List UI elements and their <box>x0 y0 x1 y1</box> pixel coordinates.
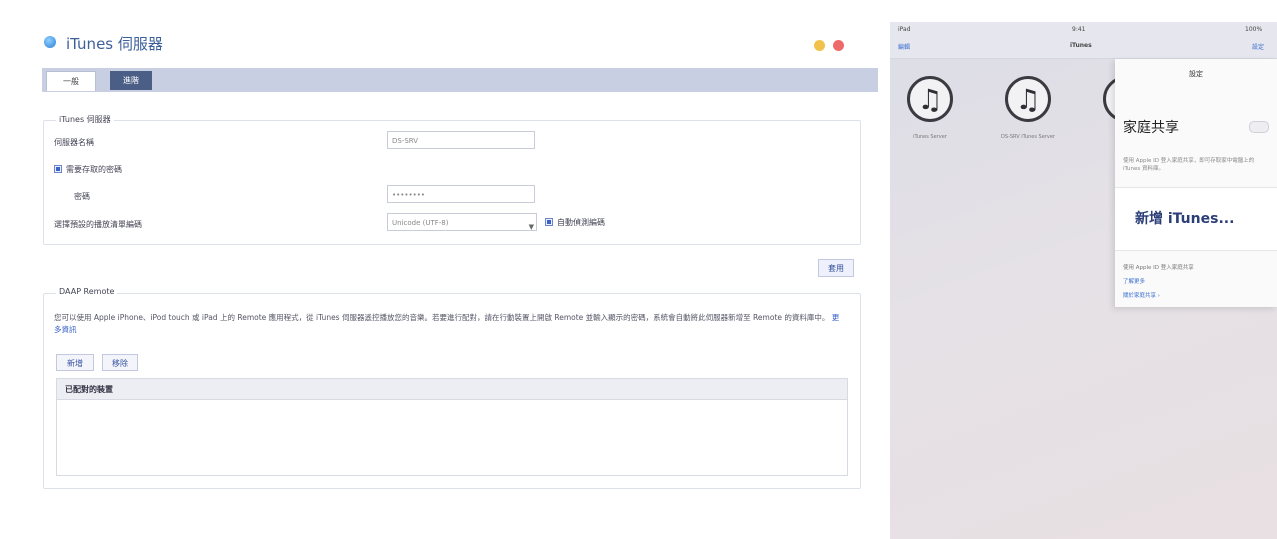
auto-detect-checkbox[interactable] <box>545 218 553 226</box>
remote-legend: DAAP Remote <box>56 287 118 296</box>
remote-description-text: 您可以使用 Apple iPhone、iPod touch 或 iPad 上的 … <box>54 313 830 322</box>
ipad-status-time: 9:41 <box>1072 26 1086 33</box>
ipad-status-left: iPad <box>898 26 911 33</box>
require-password-checkbox[interactable] <box>54 165 62 173</box>
server-label-2: DS-SRV iTunes Server <box>1001 134 1055 140</box>
ipad-remote-screen: iPad 9:41 100% 編輯 iTunes 設定 ♫ iTunes Ser… <box>890 22 1277 539</box>
music-note-icon[interactable]: ♫ <box>907 76 953 122</box>
add-itunes-card[interactable]: 新增 iTunes... <box>1115 187 1277 251</box>
password-input[interactable]: •••••••• <box>387 185 535 203</box>
ipad-edit-button[interactable]: 編輯 <box>898 42 910 51</box>
ipad-nav-bar: iPad 9:41 100% 編輯 iTunes 設定 <box>890 22 1277 59</box>
music-note-icon[interactable]: ♫ <box>1005 76 1051 122</box>
require-password-label: 需要存取的密碼 <box>66 165 122 174</box>
itunes-app-icon <box>44 36 56 48</box>
ipad-status-battery: 100% <box>1245 26 1263 33</box>
settings-popover: 設定 家庭共享 使用 Apple ID 登入家庭共享，即可存取家中電腦上的 iT… <box>1115 59 1277 307</box>
minimize-button[interactable] <box>814 40 825 51</box>
tab-advanced[interactable]: 進階 <box>110 71 152 90</box>
server-name-input[interactable]: DS-SRV <box>387 131 535 149</box>
home-sharing-heading: 家庭共享 <box>1123 120 1179 136</box>
close-button[interactable] <box>833 40 844 51</box>
window-title: iTunes 伺服器 <box>66 35 163 53</box>
itunes-server-window: iTunes 伺服器 一般 進階 iTunes 伺服器 伺服器名稱 DS-SRV… <box>36 22 878 492</box>
remove-button[interactable]: 移除 <box>102 354 138 371</box>
encoding-select[interactable]: Unicode (UTF-8) ▼ <box>387 213 537 231</box>
password-label: 密碼 <box>74 192 90 201</box>
server-settings-group: iTunes 伺服器 伺服器名稱 DS-SRV 需要存取的密碼 密碼 •••••… <box>43 114 861 245</box>
learn-more-link[interactable]: 了解更多 <box>1123 277 1145 285</box>
server-label-1: iTunes Server <box>913 134 947 140</box>
tab-general[interactable]: 一般 <box>46 71 96 91</box>
add-itunes-label: 新增 iTunes... <box>1135 211 1235 227</box>
tab-bar: 一般 進階 <box>42 68 878 92</box>
popover-title: 設定 <box>1189 70 1203 78</box>
home-sharing-toggle[interactable] <box>1249 121 1269 133</box>
home-sharing-subtext: 使用 Apple ID 登入家庭共享，即可存取家中電腦上的 iTunes 資料庫… <box>1123 158 1255 172</box>
server-name-label: 伺服器名稱 <box>54 138 94 147</box>
apply-button[interactable]: 套用 <box>818 259 854 277</box>
list-header-label: 已配對的裝置 <box>65 385 113 394</box>
title-bar: iTunes 伺服器 <box>36 22 878 64</box>
settings-legend: iTunes 伺服器 <box>56 114 114 125</box>
about-home-sharing-link[interactable]: 關於家庭共享 › <box>1123 291 1160 299</box>
remote-group: DAAP Remote 您可以使用 Apple iPhone、iPod touc… <box>43 287 861 489</box>
paired-devices-list[interactable]: 已配對的裝置 <box>56 378 848 476</box>
ipad-nav-title: iTunes <box>1070 42 1092 49</box>
remote-description: 您可以使用 Apple iPhone、iPod touch 或 iPad 上的 … <box>54 312 844 336</box>
popover-foot-line-1: 使用 Apple ID 登入家庭共享 <box>1123 265 1194 271</box>
chevron-down-icon: ▼ <box>528 223 534 231</box>
encoding-select-value: Unicode (UTF-8) <box>392 219 449 227</box>
add-button[interactable]: 新增 <box>56 354 94 371</box>
ipad-settings-button[interactable]: 設定 <box>1252 42 1264 51</box>
encoding-label: 選擇預設的播放清單編碼 <box>54 220 142 229</box>
auto-detect-label: 自動偵測編碼 <box>557 218 605 227</box>
list-header: 已配對的裝置 <box>57 379 847 400</box>
